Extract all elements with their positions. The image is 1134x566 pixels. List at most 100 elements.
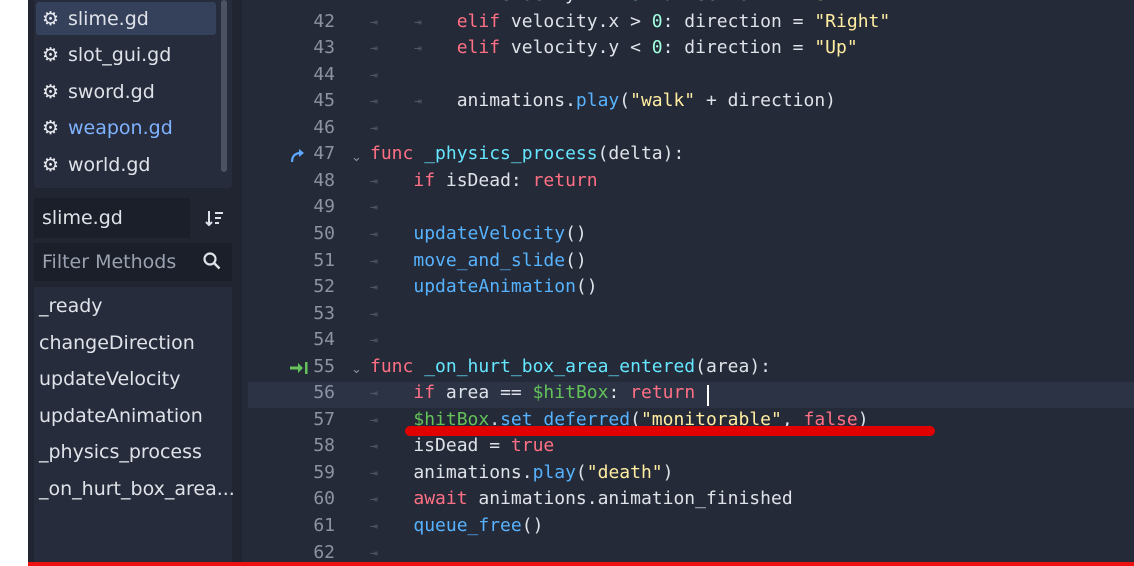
script-editor-window: ⚙ slime.gd ⚙ slot_gui.gd ⚙ sword.gd ⚙ weapon.gd… — [0, 0, 1134, 566]
code-token: isDead: — [435, 169, 533, 191]
search-icon — [203, 252, 221, 270]
code-token: : direction = — [641, 0, 793, 5]
code-token: updateAnimation — [413, 276, 576, 298]
code-line[interactable]: elif velocity.y < 0: direction = "Up" — [370, 37, 858, 58]
method-item[interactable]: updateAnimation — [39, 401, 203, 431]
sort-button[interactable] — [198, 198, 232, 238]
code-token: () — [575, 276, 598, 298]
code-token: _on_hurt_box_area_entered — [424, 355, 696, 377]
code-line[interactable]: animations.play("death") — [370, 462, 673, 483]
code-token: (delta): — [597, 143, 685, 165]
line-number: 46 — [313, 116, 335, 138]
file-item[interactable]: ⚙ world.gd — [36, 148, 216, 181]
code-token: "death" — [586, 461, 663, 483]
line-number: 57 — [313, 408, 335, 430]
code-token: $hitBox — [532, 382, 609, 404]
line-number: 59 — [313, 461, 335, 483]
code-token: "Up" — [814, 37, 858, 59]
method-item[interactable]: updateVelocity — [39, 364, 180, 394]
code-token: + direction) — [695, 90, 837, 112]
filter-methods-input[interactable]: Filter Methods — [34, 243, 232, 281]
code-token: "Left" — [793, 0, 858, 5]
code-line[interactable]: updateVelocity() — [370, 222, 586, 244]
code-token: animations.animation_finished — [467, 488, 793, 510]
line-number: 53 — [313, 302, 335, 324]
text-cursor — [707, 385, 709, 406]
code-line[interactable]: if area == $hitBox: return — [370, 382, 695, 403]
signal-connection-icon[interactable] — [289, 361, 309, 375]
code-token: return — [532, 169, 598, 191]
file-item[interactable]: ⚙ slot_gui.gd — [36, 39, 216, 72]
code-line[interactable]: if velocity.x < 0: direction = "Left" — [370, 0, 858, 5]
code-line[interactable]: elif velocity.x > 0: direction = "Right" — [370, 10, 891, 32]
code-token: move_and_slide — [413, 249, 566, 271]
code-line[interactable]: isDead = true — [370, 435, 554, 456]
line-number: 45 — [313, 90, 335, 112]
code-line[interactable]: updateAnimation() — [370, 276, 598, 298]
code-token: elif — [456, 10, 501, 32]
line-number: 58 — [313, 435, 335, 457]
code-token: (area): — [695, 355, 771, 377]
method-item[interactable]: changeDirection — [39, 328, 195, 358]
method-item[interactable]: _physics_process — [39, 437, 202, 467]
gear-icon: ⚙ — [42, 7, 60, 30]
code-token: : — [608, 382, 631, 404]
gear-icon: ⚙ — [42, 117, 60, 139]
method-item[interactable]: _on_hurt_box_area... — [39, 474, 235, 504]
file-item-label: slime.gd — [68, 7, 149, 30]
file-item-label: slot_gui.gd — [68, 44, 172, 66]
code-token: if — [457, 0, 479, 5]
code-token: func — [370, 143, 414, 165]
override-arrow-icon[interactable] — [290, 148, 308, 164]
code-token: return — [630, 382, 696, 404]
line-number: 49 — [313, 196, 335, 218]
code-token: updateVelocity — [413, 222, 566, 244]
code-token: area == — [435, 382, 533, 404]
file-item[interactable]: ⚙ weapon.gd — [36, 112, 216, 145]
code-token: play — [532, 461, 576, 483]
file-item[interactable]: ⚙ slime.gd — [36, 2, 216, 35]
code-token: if — [413, 169, 436, 191]
line-number: 54 — [313, 329, 335, 351]
file-item[interactable]: ⚙ sword.gd — [36, 75, 216, 108]
chevron-down-icon[interactable]: ⌄ — [351, 150, 362, 165]
code-line[interactable]: await animations.animation_finished — [370, 488, 793, 510]
line-number: 60 — [313, 488, 335, 510]
method-item[interactable]: _ready — [39, 291, 103, 321]
gear-icon: ⚙ — [42, 44, 60, 66]
tab-indicator: ⇥ — [370, 306, 378, 322]
code-token: await — [413, 488, 468, 510]
code-token: : direction = — [662, 10, 815, 32]
tab-indicator: ⇥ — [370, 67, 378, 83]
tab-indicator: ⇥ — [370, 333, 378, 349]
code-line[interactable]: func _physics_process(delta): — [370, 143, 684, 164]
code-token: ) — [662, 461, 674, 483]
file-item-label: world.gd — [68, 153, 151, 176]
file-list-scrollbar[interactable] — [221, 0, 227, 172]
code-token: isDead = — [370, 435, 511, 457]
chevron-down-icon[interactable]: ⌄ — [351, 362, 362, 377]
code-token: true — [510, 435, 555, 457]
code-token: "Right" — [814, 10, 891, 32]
gear-icon: ⚙ — [42, 153, 60, 176]
code-token: animations. — [370, 461, 533, 483]
line-number: 43 — [313, 37, 335, 59]
code-token: velocity.x > — [500, 10, 652, 32]
code-token: velocity.y < — [500, 37, 652, 59]
code-line[interactable]: move_and_slide() — [370, 249, 586, 271]
code-line[interactable]: if isDead: return — [370, 169, 598, 191]
code-token: velocity.x < — [478, 0, 630, 5]
code-token: queue_free — [413, 515, 522, 536]
code-token: "walk" — [630, 90, 696, 112]
line-number: 56 — [313, 382, 335, 404]
code-line[interactable]: queue_free() — [370, 515, 543, 536]
code-line[interactable]: animations.play("walk" + direction) — [370, 90, 836, 111]
bottom-red-strip — [28, 562, 1134, 566]
code-line[interactable]: func _on_hurt_box_area_entered(area): — [370, 356, 771, 377]
